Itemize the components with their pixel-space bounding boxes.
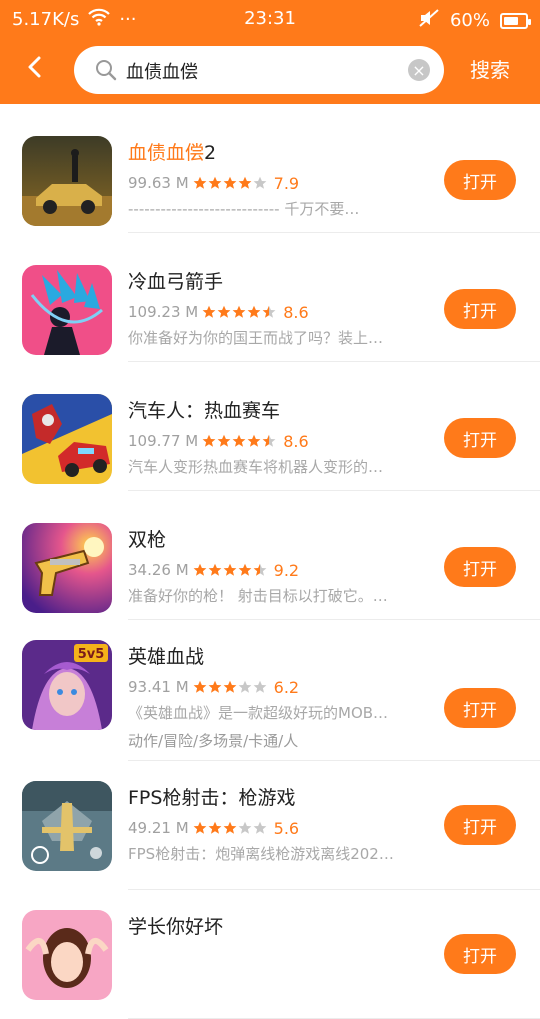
star-icon bbox=[202, 305, 216, 318]
star-icon bbox=[202, 434, 216, 447]
list-item[interactable]: 冷血弓箭手 109.23 M 8.6 你准备好为你的国王而战了吗？装上… 打开 bbox=[0, 233, 540, 362]
rating-score: 9.2 bbox=[273, 560, 300, 580]
star-icon bbox=[247, 305, 261, 318]
hero-5v5-icon: 5v5 bbox=[22, 640, 112, 730]
gun-icon bbox=[22, 523, 112, 613]
star-icon bbox=[238, 680, 252, 693]
star-icon bbox=[232, 305, 246, 318]
star-rating bbox=[193, 821, 268, 835]
rating-score: 6.2 bbox=[273, 677, 300, 697]
back-button[interactable] bbox=[20, 52, 50, 82]
app-description: 准备好你的枪！ 射击目标以打破它。… bbox=[128, 587, 388, 605]
star-icon bbox=[193, 563, 207, 576]
list-item[interactable]: 5v5 英雄血战 93.41 M 6.2 《英雄血战》是一款超级好玩的MOB… … bbox=[0, 620, 540, 761]
app-size: 34.26 M bbox=[128, 561, 189, 579]
search-submit-button[interactable]: 搜索 bbox=[470, 54, 510, 83]
search-icon bbox=[94, 58, 118, 82]
app-size: 99.63 M bbox=[128, 174, 189, 192]
list-item[interactable]: 双枪 34.26 M 9.2 准备好你的枪！ 射击目标以打破它。… 打开 bbox=[0, 491, 540, 620]
star-icon bbox=[253, 680, 267, 693]
mute-icon bbox=[418, 8, 440, 33]
app-title: 英雄血战 bbox=[128, 646, 205, 668]
car-shooter-icon bbox=[22, 136, 112, 226]
app-description: 你准备好为你的国王而战了吗？装上… bbox=[128, 329, 384, 347]
app-description: 汽车人变形热血赛车将机器人变形的… bbox=[128, 458, 384, 476]
app-size: 109.77 M bbox=[128, 432, 199, 450]
open-button[interactable]: 打开 bbox=[444, 805, 516, 845]
app-title: 双枪 bbox=[128, 529, 167, 551]
app-title: 血债血偿2 bbox=[128, 142, 217, 164]
star-icon bbox=[217, 434, 231, 447]
star-icon bbox=[253, 821, 267, 834]
open-button[interactable]: 打开 bbox=[444, 547, 516, 587]
fps-map-icon bbox=[22, 781, 112, 871]
app-description: ---------------------------- 千万不要… bbox=[128, 200, 360, 218]
rating-score: 7.9 bbox=[273, 173, 300, 193]
top-header: 5.17K/s ··· 23:31 60% 血债血偿 × 搜索 bbox=[0, 0, 540, 104]
star-icon bbox=[238, 563, 252, 576]
app-size: 109.23 M bbox=[128, 303, 199, 321]
star-icon bbox=[193, 821, 207, 834]
star-icon bbox=[253, 176, 267, 189]
app-title: 学长你好坏 bbox=[128, 916, 224, 938]
star-icon bbox=[247, 434, 261, 447]
open-button[interactable]: 打开 bbox=[444, 688, 516, 728]
list-item[interactable]: 血债血偿2 99.63 M 7.9 ----------------------… bbox=[0, 104, 540, 233]
star-icon bbox=[208, 563, 222, 576]
app-title: 冷血弓箭手 bbox=[128, 271, 224, 293]
star-icon bbox=[193, 176, 207, 189]
rating-score: 8.6 bbox=[283, 431, 309, 451]
battery-icon bbox=[500, 12, 531, 29]
star-icon bbox=[223, 821, 237, 834]
back-arrow-icon bbox=[28, 56, 41, 78]
app-size: 93.41 M bbox=[128, 678, 189, 696]
app-size: 49.21 M bbox=[128, 819, 189, 837]
archer-icon bbox=[22, 265, 112, 355]
star-icon bbox=[232, 434, 246, 447]
star-rating bbox=[202, 434, 277, 448]
star-icon bbox=[253, 563, 267, 576]
star-rating bbox=[193, 563, 268, 577]
open-button[interactable]: 打开 bbox=[444, 418, 516, 458]
star-icon bbox=[223, 563, 237, 576]
star-rating bbox=[193, 680, 268, 694]
star-icon bbox=[208, 680, 222, 693]
star-icon bbox=[223, 176, 237, 189]
status-bar: 5.17K/s ··· 23:31 60% bbox=[0, 0, 540, 38]
star-icon bbox=[262, 434, 276, 447]
open-button[interactable]: 打开 bbox=[444, 934, 516, 974]
open-button[interactable]: 打开 bbox=[444, 289, 516, 329]
robot-car-icon bbox=[22, 394, 112, 484]
star-icon bbox=[208, 176, 222, 189]
star-icon bbox=[238, 176, 252, 189]
star-icon bbox=[223, 680, 237, 693]
app-title: 汽车人：热血赛车 bbox=[128, 400, 281, 422]
app-title: FPS枪射击：枪游戏 bbox=[128, 787, 296, 809]
search-results-list: 血债血偿2 99.63 M 7.9 ----------------------… bbox=[0, 104, 540, 1019]
star-icon bbox=[208, 821, 222, 834]
rating-score: 5.6 bbox=[273, 818, 300, 838]
star-rating bbox=[193, 176, 268, 190]
star-icon bbox=[238, 821, 252, 834]
star-icon bbox=[217, 305, 231, 318]
star-icon bbox=[262, 305, 276, 318]
clear-search-button[interactable]: × bbox=[408, 59, 430, 81]
list-item[interactable]: 学长你好坏 打开 bbox=[0, 890, 540, 1019]
search-box[interactable]: × bbox=[74, 46, 444, 96]
app-description: FPS枪射击：炮弹离线枪游戏离线202… bbox=[128, 845, 394, 863]
app-description: 《英雄血战》是一款超级好玩的MOB… bbox=[128, 704, 389, 722]
list-item[interactable]: 汽车人：热血赛车 109.77 M 8.6 汽车人变形热血赛车将机器人变形的… … bbox=[0, 362, 540, 491]
search-bar: × 搜索 bbox=[0, 42, 540, 98]
star-rating bbox=[202, 305, 277, 319]
battery-percent: 60% bbox=[449, 10, 490, 31]
search-input[interactable] bbox=[124, 46, 408, 96]
anime-girl-icon bbox=[22, 910, 112, 1000]
list-item[interactable]: FPS枪射击：枪游戏 49.21 M 5.6 FPS枪射击：炮弹离线枪游戏离线2… bbox=[0, 761, 540, 890]
svg-text:5v5: 5v5 bbox=[78, 647, 105, 662]
star-icon bbox=[193, 680, 207, 693]
open-button[interactable]: 打开 bbox=[444, 160, 516, 200]
rating-score: 8.6 bbox=[283, 302, 309, 322]
app-tags: 动作/冒险/多场景/卡通/人 bbox=[128, 732, 299, 750]
